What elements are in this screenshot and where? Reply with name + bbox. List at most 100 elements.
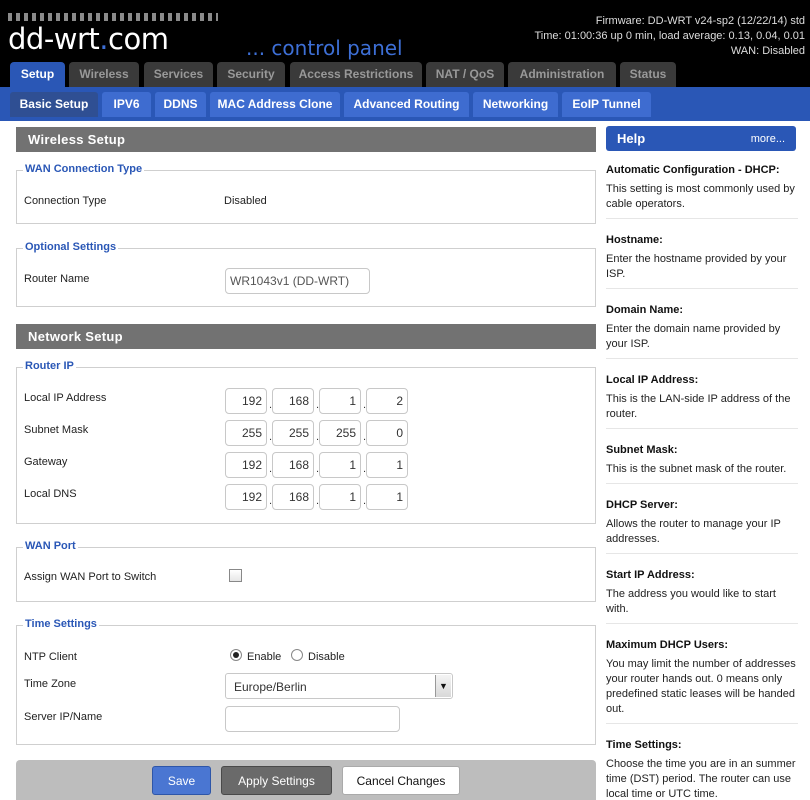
chevron-down-icon: ▼ xyxy=(435,675,451,697)
router-name-label: Router Name xyxy=(24,273,90,285)
time-zone-label: Time Zone xyxy=(24,678,77,690)
subnet-octet-1[interactable]: 255 xyxy=(225,420,267,446)
help-heading: Local IP Address: xyxy=(606,374,699,386)
uptime-info: Time: 01:00:36 up 0 min, load average: 0… xyxy=(534,30,806,42)
main-tabs: Setup Wireless Services Security Access … xyxy=(0,62,810,87)
subtab-advanced-routing[interactable]: Advanced Routing xyxy=(344,92,469,117)
help-item: Automatic Configuration - DHCP: This set… xyxy=(606,164,798,219)
subtab-ddns[interactable]: DDNS xyxy=(155,92,206,117)
dns-octet-3[interactable]: 1 xyxy=(319,484,361,510)
button-bar: Save Apply Settings Cancel Changes xyxy=(16,760,596,800)
logo-decoration xyxy=(8,13,218,21)
subnet-octet-4[interactable]: 0 xyxy=(366,420,408,446)
help-heading: Start IP Address: xyxy=(606,569,695,581)
ntp-client-label: NTP Client xyxy=(24,651,77,663)
firmware-version: Firmware: DD-WRT v24-sp2 (12/22/14) std xyxy=(595,15,805,27)
server-ip-input[interactable] xyxy=(225,706,400,732)
tab-services[interactable]: Services xyxy=(144,62,213,87)
tab-nat-qos[interactable]: NAT / QoS xyxy=(426,62,504,87)
optional-settings-legend: Optional Settings xyxy=(23,241,119,253)
subnet-octet-3[interactable]: 255 xyxy=(319,420,361,446)
time-zone-select[interactable]: Europe/Berlin ▼ xyxy=(225,673,453,699)
tab-security[interactable]: Security xyxy=(217,62,285,87)
help-item: Start IP Address: The address you would … xyxy=(606,569,798,624)
gateway-octet-4[interactable]: 1 xyxy=(366,452,408,478)
save-button[interactable]: Save xyxy=(152,766,211,795)
help-item: Maximum DHCP Users: You may limit the nu… xyxy=(606,639,798,724)
router-ip-legend: Router IP xyxy=(23,360,76,372)
help-heading: Domain Name: xyxy=(606,304,684,316)
help-text: You may limit the number of addresses yo… xyxy=(606,658,796,715)
help-text: Enter the domain name provided by your I… xyxy=(606,323,781,350)
tagline: ... control panel xyxy=(246,36,403,60)
help-text: This is the LAN-side IP address of the r… xyxy=(606,393,791,420)
help-title: Help xyxy=(617,131,646,146)
help-text: This is the subnet mask of the router. xyxy=(606,463,787,475)
apply-settings-button[interactable]: Apply Settings xyxy=(221,766,332,795)
local-dns-label: Local DNS xyxy=(24,488,77,500)
help-heading: Subnet Mask: xyxy=(606,444,678,456)
gateway-octet-2[interactable]: 168 xyxy=(272,452,314,478)
wan-connection-legend: WAN Connection Type xyxy=(23,163,145,175)
gateway-octet-1[interactable]: 192 xyxy=(225,452,267,478)
gateway-label: Gateway xyxy=(24,456,68,468)
help-text: This setting is most commonly used by ca… xyxy=(606,183,795,210)
ntp-enable-radio[interactable] xyxy=(230,649,242,661)
help-item: DHCP Server: Allows the router to manage… xyxy=(606,499,798,554)
tab-status[interactable]: Status xyxy=(620,62,676,87)
ntp-disable-radio[interactable] xyxy=(291,649,303,661)
help-more-link[interactable]: more... xyxy=(751,133,785,145)
subtab-networking[interactable]: Networking xyxy=(473,92,558,117)
tab-administration[interactable]: Administration xyxy=(508,62,616,87)
router-name-input[interactable]: WR1043v1 (DD-WRT) xyxy=(225,268,370,294)
dns-octet-2[interactable]: 168 xyxy=(272,484,314,510)
header: dd-wrt.com ... control panel Firmware: D… xyxy=(0,0,810,62)
help-header: Help more... xyxy=(606,126,796,151)
sub-tabs: Basic Setup IPV6 DDNS MAC Address Clone … xyxy=(0,87,810,121)
subtab-basic-setup[interactable]: Basic Setup xyxy=(10,92,98,117)
wan-status: WAN: Disabled xyxy=(730,45,805,57)
time-settings-fieldset: Time Settings NTP Client Enable Disable … xyxy=(16,618,596,745)
subnet-mask-label: Subnet Mask xyxy=(24,424,89,436)
help-item: Domain Name: Enter the domain name provi… xyxy=(606,304,798,359)
help-heading: Maximum DHCP Users: xyxy=(606,639,729,651)
time-zone-value: Europe/Berlin xyxy=(234,680,307,694)
help-heading: Time Settings: xyxy=(606,739,682,751)
help-item: Local IP Address: This is the LAN-side I… xyxy=(606,374,798,429)
time-settings-legend: Time Settings xyxy=(23,618,99,630)
help-heading: Automatic Configuration - DHCP: xyxy=(606,164,780,176)
section-title-network-setup: Network Setup xyxy=(16,324,596,349)
subtab-mac-address-clone[interactable]: MAC Address Clone xyxy=(210,92,340,117)
wan-port-fieldset: WAN Port Assign WAN Port to Switch xyxy=(16,540,596,602)
help-text: The address you would like to start with… xyxy=(606,588,776,615)
ntp-disable-label: Disable xyxy=(308,651,345,663)
wan-connection-fieldset: WAN Connection Type Connection Type Disa… xyxy=(16,163,596,224)
local-ip-label: Local IP Address xyxy=(24,392,107,404)
assign-wan-port-checkbox[interactable] xyxy=(229,569,242,582)
help-text: Enter the hostname provided by your ISP. xyxy=(606,253,787,280)
system-info: Firmware: DD-WRT v24-sp2 (12/22/14) std … xyxy=(535,14,806,59)
tab-wireless[interactable]: Wireless xyxy=(69,62,139,87)
connection-type-value: Disabled xyxy=(224,195,267,207)
local-ip-octet-3[interactable]: 1 xyxy=(319,388,361,414)
local-ip-octet-2[interactable]: 168 xyxy=(272,388,314,414)
dns-octet-4[interactable]: 1 xyxy=(366,484,408,510)
subtab-ipv6[interactable]: IPV6 xyxy=(102,92,151,117)
help-item: Time Settings: Choose the time you are i… xyxy=(606,739,798,800)
tab-setup[interactable]: Setup xyxy=(10,62,65,87)
gateway-octet-3[interactable]: 1 xyxy=(319,452,361,478)
subtab-eoip-tunnel[interactable]: EoIP Tunnel xyxy=(562,92,651,117)
logo: dd-wrt.com xyxy=(8,22,169,56)
router-ip-fieldset: Router IP Local IP Address 192 . 168 . 1… xyxy=(16,360,596,524)
local-ip-octet-1[interactable]: 192 xyxy=(225,388,267,414)
local-ip-octet-4[interactable]: 2 xyxy=(366,388,408,414)
connection-type-label: Connection Type xyxy=(24,195,107,207)
tab-access-restrictions[interactable]: Access Restrictions xyxy=(290,62,422,87)
assign-wan-port-label: Assign WAN Port to Switch xyxy=(24,571,157,583)
help-text: Choose the time you are in an summer tim… xyxy=(606,758,796,800)
server-ip-label: Server IP/Name xyxy=(24,711,103,723)
cancel-changes-button[interactable]: Cancel Changes xyxy=(342,766,460,795)
subnet-octet-2[interactable]: 255 xyxy=(272,420,314,446)
wan-port-legend: WAN Port xyxy=(23,540,78,552)
dns-octet-1[interactable]: 192 xyxy=(225,484,267,510)
